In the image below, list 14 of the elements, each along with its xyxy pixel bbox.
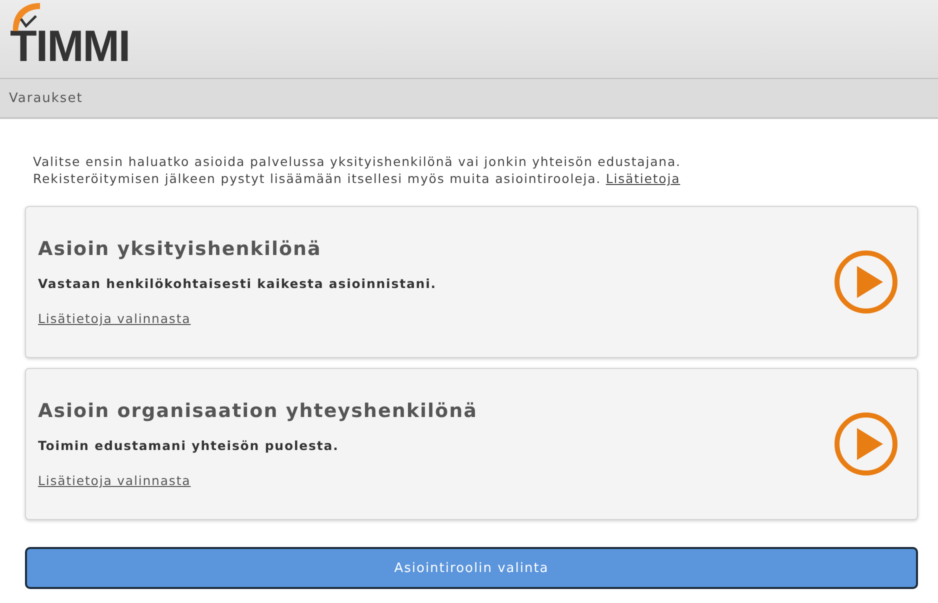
option-title: Asioin organisaation yhteyshenkilönä	[38, 400, 478, 422]
option-description: Vastaan henkilökohtaisesti kaikesta asioinnistani.	[38, 276, 438, 291]
more-info-link[interactable]: Lisätietoja valinnasta	[38, 473, 191, 488]
play-icon[interactable]	[833, 411, 899, 477]
more-info-link[interactable]: Lisätietoja	[606, 171, 680, 186]
nav-link[interactable]: Varaukset	[0, 90, 83, 106]
more-info-link[interactable]: Lisätietoja valinnasta	[38, 311, 191, 326]
option-title: Asioin yksityishenkilönä	[38, 238, 322, 260]
option-card[interactable]: Asioin yksityishenkilönä Vastaan henkilökohtaisesti kaikesta asioinnistani. Lisätietoja valinnasta	[25, 206, 918, 358]
logo-text: TIMMI	[10, 25, 130, 69]
option-description: Toimin edustamani yhteisön puolesta.	[38, 438, 340, 453]
option-card[interactable]: Asioin organisaation yhteyshenkilönä Toimin edustamani yhteisön puolesta. Lisätietoja valinnasta	[25, 368, 918, 520]
intro-text: Valitse ensin haluatko asioida palvelussa yksityishenkilönä vai jonkin yhteisön edustajana. Rekisteröitymisen jälkeen pystyt lisäämään itsellesi myös muita asiointirooleja. Lisätietoja	[33, 153, 682, 187]
play-icon[interactable]	[833, 249, 899, 315]
